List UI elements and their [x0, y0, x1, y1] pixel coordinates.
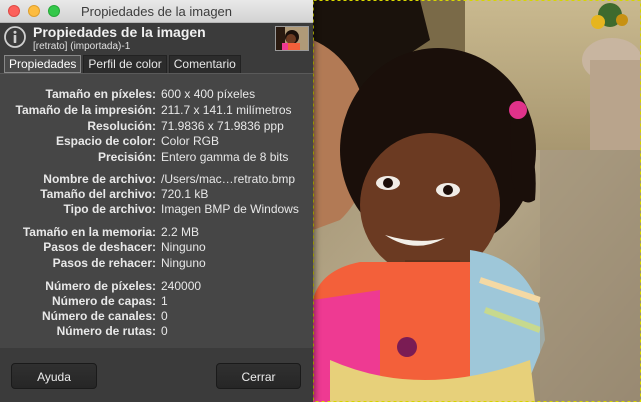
prop-value: /Users/mac…retrato.bmp [161, 172, 296, 186]
prop-label: Precisión: [97, 150, 156, 164]
close-button[interactable]: Cerrar [216, 363, 301, 389]
prop-row-memory-size: Tamaño en la memoria: 2.2 MB [0, 225, 313, 241]
prop-label: Número de capas: [51, 294, 156, 308]
prop-value: 720.1 kB [161, 187, 209, 201]
prop-label: Pasos de deshacer: [43, 240, 156, 254]
prop-value: Ninguno [161, 256, 206, 270]
prop-label: Tamaño de la impresión: [15, 103, 156, 117]
prop-value: 240000 [161, 279, 202, 293]
prop-row-file-size: Tamaño del archivo: 720.1 kB [0, 187, 313, 203]
image-thumbnail [275, 26, 309, 51]
prop-label: Número de canales: [41, 309, 156, 323]
prop-row-precision: Precisión: Entero gamma de 8 bits [0, 150, 313, 166]
prop-label: Pasos de rehacer: [52, 256, 156, 270]
tab-perfil-de-color[interactable]: Perfil de color [83, 55, 167, 73]
prop-label: Tipo de archivo: [63, 202, 156, 216]
prop-row-resolution: Resolución: 71.9836 x 71.9836 ppp [0, 119, 313, 135]
prop-label: Nombre de archivo: [43, 172, 156, 186]
prop-value: Ninguno [161, 240, 206, 254]
prop-row-undo-steps: Pasos de deshacer: Ninguno [0, 240, 313, 256]
prop-value: Imagen BMP de Windows [161, 202, 299, 216]
tab-propiedades[interactable]: Propiedades [4, 55, 82, 73]
prop-row-layer-count: Número de capas: 1 [0, 294, 313, 310]
window-title: Propiedades de la imagen [80, 4, 233, 19]
prop-row-color-space: Espacio de color: Color RGB [0, 134, 313, 150]
tab-bar: Propiedades Perfil de color Comentario [4, 55, 243, 73]
window-titlebar[interactable]: Propiedades de la imagen [0, 0, 313, 23]
prop-value: 71.9836 x 71.9836 ppp [161, 119, 284, 133]
prop-label: Espacio de color: [55, 134, 156, 148]
prop-row-file-name: Nombre de archivo: /Users/mac…retrato.bm… [0, 172, 313, 188]
prop-value: 0 [161, 309, 168, 323]
prop-value: Entero gamma de 8 bits [161, 150, 289, 164]
help-button[interactable]: Ayuda [11, 363, 97, 389]
header-subtitle: [retrato] (importada)-1 [33, 41, 131, 52]
dialog-header: Propiedades de la imagen [retrato] (impo… [0, 23, 313, 55]
tab-comentario[interactable]: Comentario [168, 55, 241, 73]
prop-row-print-size: Tamaño de la impresión: 211.7 x 141.1 mi… [0, 103, 313, 119]
image-properties-dialog: Propiedades de la imagen Propiedades de … [0, 0, 313, 402]
properties-panel: Tamaño en píxeles: 600 x 400 píxeles Tam… [0, 73, 313, 349]
prop-row-redo-steps: Pasos de rehacer: Ninguno [0, 256, 313, 272]
prop-value: 600 x 400 píxeles [161, 87, 256, 101]
prop-label: Tamaño del archivo: [40, 187, 156, 201]
prop-value: Color RGB [161, 134, 220, 148]
prop-label: Número de píxeles: [45, 279, 156, 293]
prop-value: 211.7 x 141.1 milímetros [161, 103, 292, 117]
prop-value: 1 [161, 294, 168, 308]
prop-row-file-type: Tipo de archivo: Imagen BMP de Windows [0, 202, 313, 218]
header-title: Propiedades de la imagen [33, 24, 206, 40]
prop-label: Tamaño en píxeles: [45, 87, 156, 101]
prop-row-pixel-size: Tamaño en píxeles: 600 x 400 píxeles [0, 87, 313, 103]
prop-label: Resolución: [87, 119, 156, 133]
prop-label: Número de rutas: [56, 324, 156, 338]
prop-row-path-count: Número de rutas: 0 [0, 324, 313, 340]
prop-value: 0 [161, 324, 168, 338]
info-icon [4, 26, 26, 48]
prop-label: Tamaño en la memoria: [22, 225, 156, 239]
prop-row-pixel-count: Número de píxeles: 240000 [0, 279, 313, 295]
prop-row-channel-count: Número de canales: 0 [0, 309, 313, 325]
dialog-footer: Ayuda Cerrar [0, 348, 313, 402]
prop-value: 2.2 MB [161, 225, 200, 239]
